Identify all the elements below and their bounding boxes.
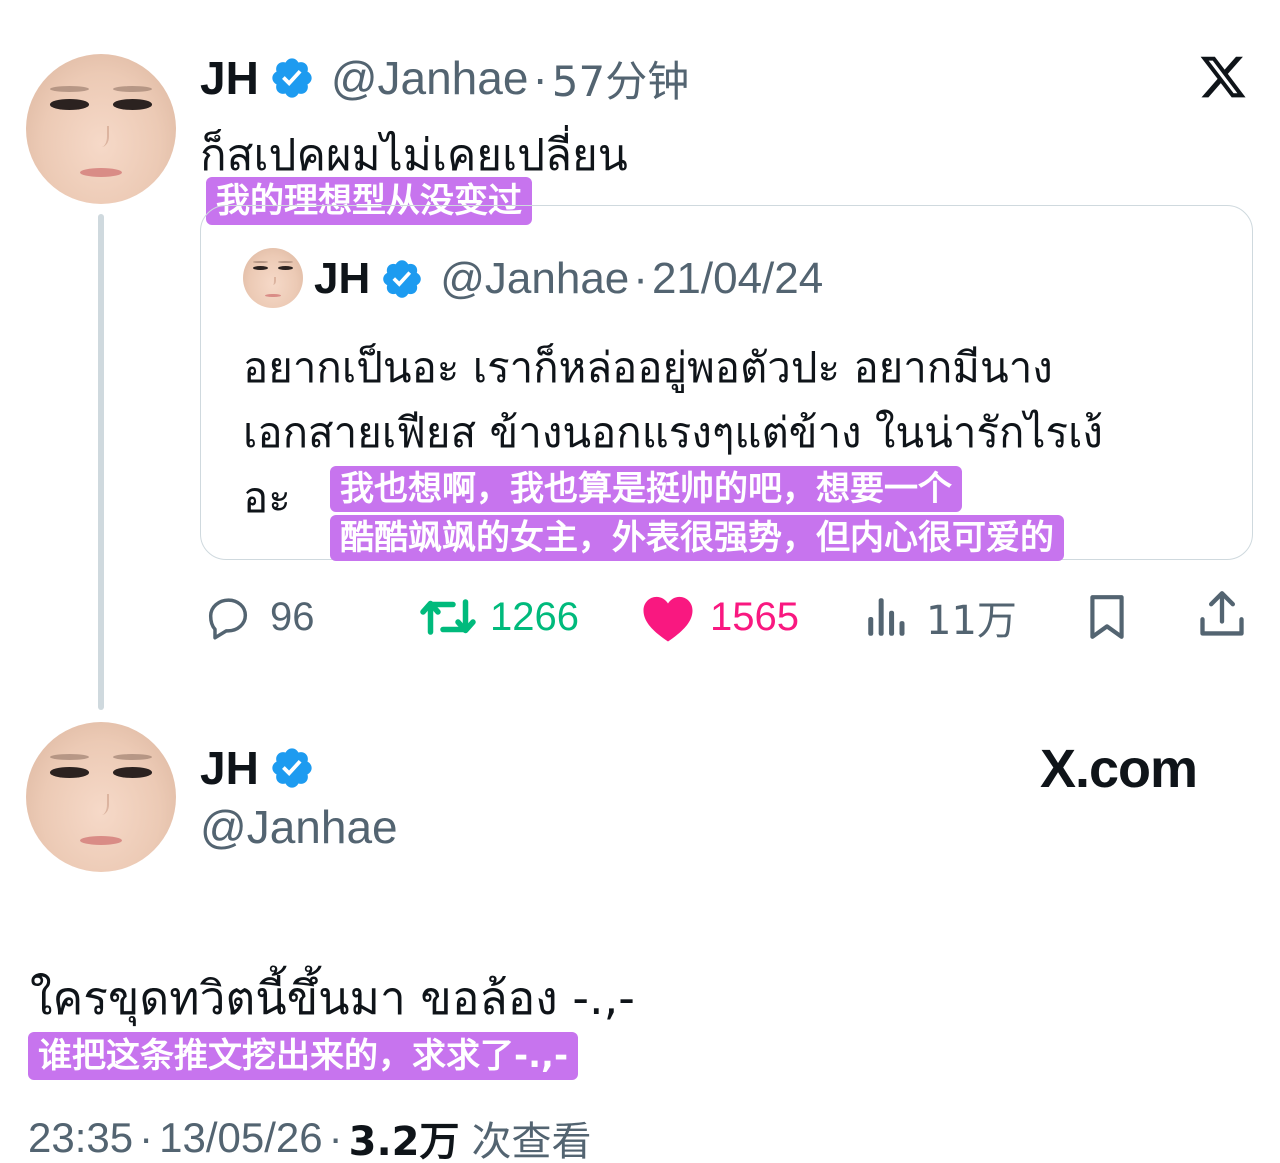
like-button[interactable]: 1565 [640,590,799,644]
separator-dot: · [532,52,548,104]
like-count: 1565 [710,594,799,639]
author-name[interactable]: JH [200,51,259,105]
heart-icon [643,596,693,642]
brand-logo: X.com [1040,739,1198,799]
retweet-icon [420,599,476,635]
quote-text-line-1: อยากเป็นอะ เราก็หล่ออยู่พอตัวปะ อยากมีนา… [243,343,1053,392]
analytics-icon [868,598,905,636]
reply-icon [208,598,248,640]
detail-meta-row: 23:35 · 13/05/26 · 3.2万 次查看 [28,1112,591,1163]
avatar[interactable] [26,54,176,204]
thread-connector-line [98,214,104,710]
reply-button[interactable]: 96 [202,590,315,644]
x-logo-icon [1200,56,1246,98]
separator-dot: · [328,1114,343,1161]
views-button[interactable]: 11万 [862,590,1017,644]
bookmark-icon[interactable] [1082,590,1132,644]
detail-avatar[interactable] [26,722,176,872]
retweet-button[interactable]: 1266 [418,590,579,644]
verified-badge-icon [272,748,312,788]
separator-dot: · [633,254,648,303]
share-icon[interactable] [1196,588,1248,642]
verified-badge-icon [383,260,422,298]
detail-author-row: JH [200,738,315,798]
detail-date[interactable]: 13/05/26 [159,1114,323,1162]
detail-text: ใครขุดทวิตนี้ขึ้นมา ขอล้อง -.,- [30,971,635,1025]
reply-count: 96 [270,594,315,639]
verified-badge-icon [272,58,312,98]
quote-date[interactable]: 21/04/24 [652,254,823,304]
tweet-time[interactable]: 57分钟 [552,48,689,109]
quote-text-line-3: อะ [243,473,291,522]
retweet-count: 1266 [490,594,579,639]
detail-translation: 谁把这条推文挖出来的，求求了-.,- [28,1032,579,1081]
detail-time[interactable]: 23:35 [28,1114,133,1162]
separator-dot: · [139,1114,154,1161]
detail-views-label: 次查看 [471,1119,592,1163]
quote-translation-line-1: 我也想啊，我也算是挺帅的吧，想要一个 [330,466,962,513]
detail-views-count: 3.2万 [348,1119,460,1163]
detail-author-name[interactable]: JH [200,741,259,795]
views-count: 11万 [926,598,1017,644]
detail-author-handle[interactable]: @Janhae [200,800,398,854]
quote-text-line-2: เอกสายเฟียส ข้างนอกแรงๆแต่ข้าง ในน่ารักไ… [243,408,1103,457]
quote-author-name[interactable]: JH [314,254,370,304]
quote-avatar[interactable] [243,248,303,308]
quote-translation-line-2: 酷酷飒飒的女主，外表很强势，但内心很可爱的 [330,515,1064,562]
tweet-header: JH @Janhae · 57分钟 [200,48,689,108]
quote-author-handle[interactable]: @Janhae [440,254,629,304]
quote-header: JH @Janhae · 21/04/24 [314,250,823,308]
author-handle[interactable]: @Janhae [331,51,529,105]
